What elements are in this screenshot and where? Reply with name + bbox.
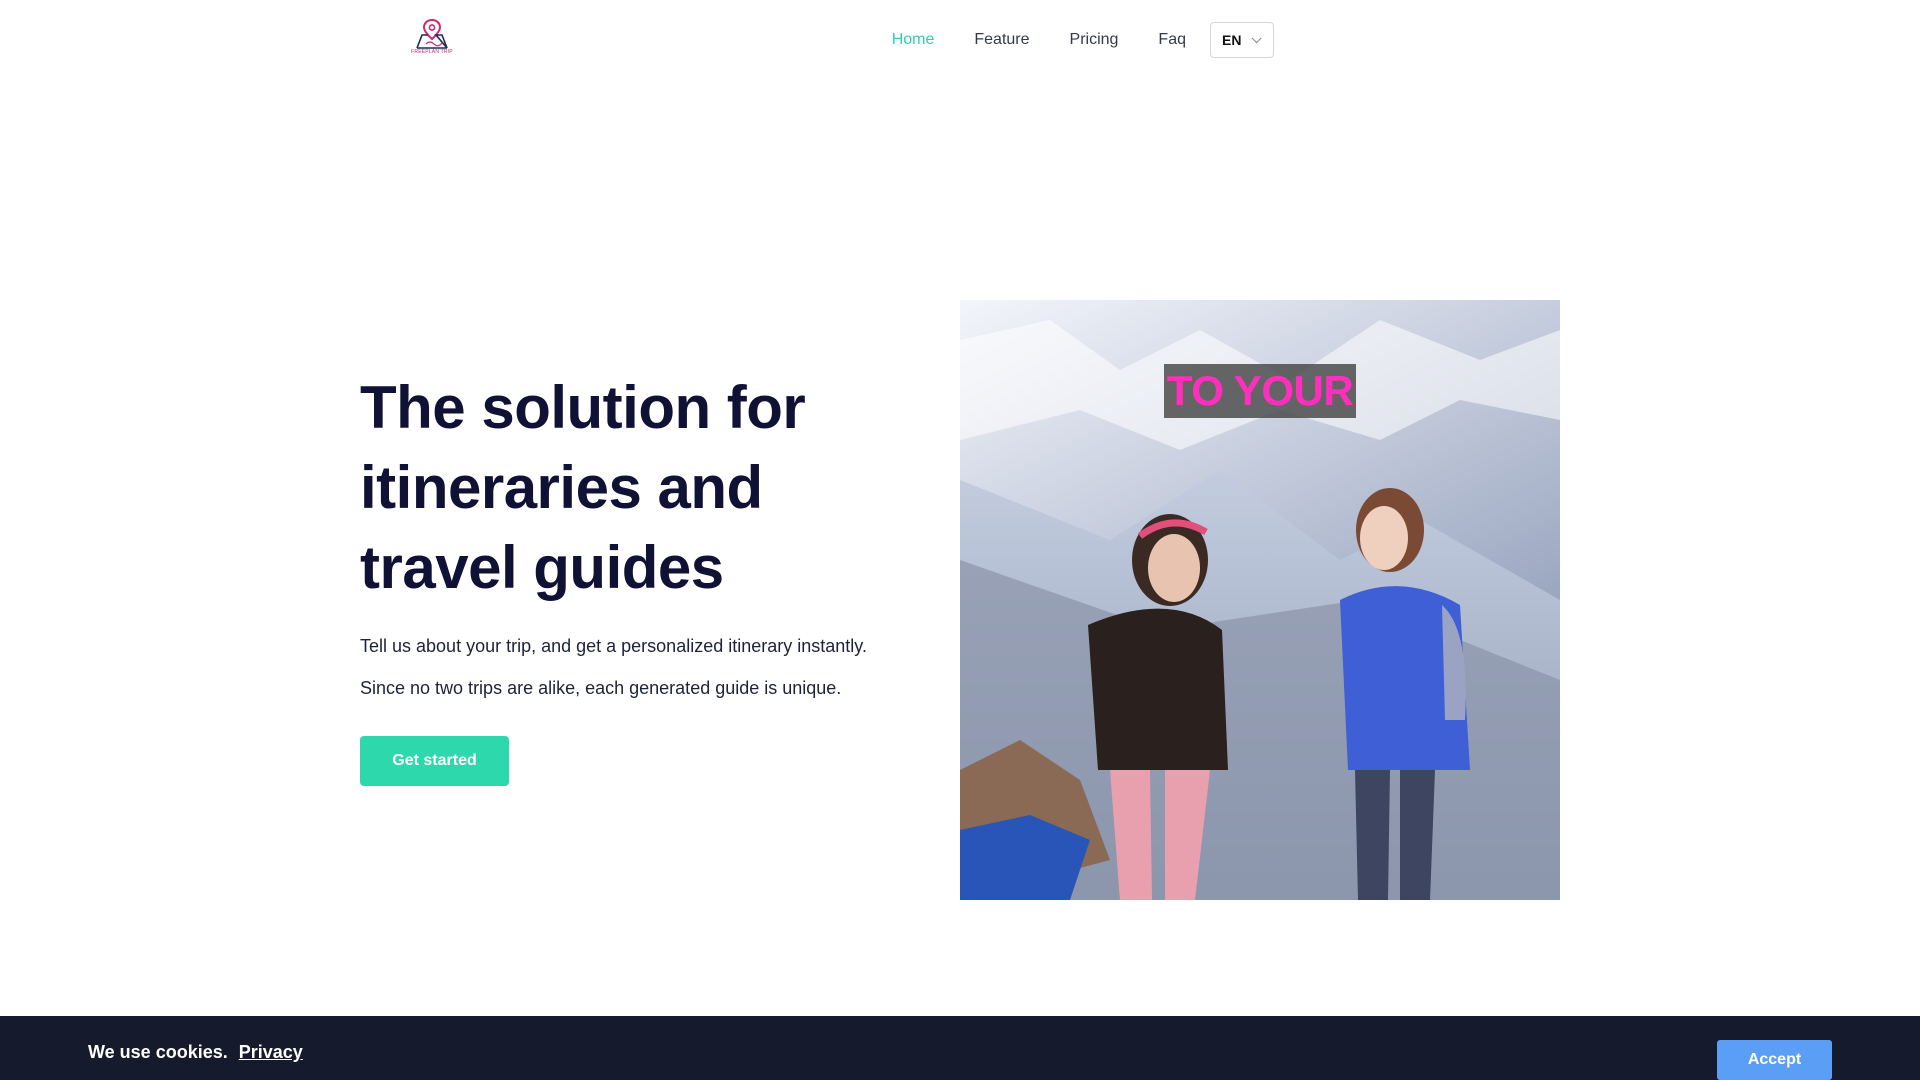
nav-home[interactable]: Home	[892, 22, 935, 58]
cookie-message-container: We use cookies. Privacy	[88, 1042, 303, 1063]
map-pin-logo-icon	[416, 18, 448, 49]
logo[interactable]: FREEPLAN TRIP	[411, 18, 453, 60]
logo-text: FREEPLAN TRIP	[411, 49, 453, 55]
cookie-banner: We use cookies. Privacy Accept	[0, 1016, 1920, 1080]
hero-description-line-2: Since no two trips are alike, each gener…	[360, 678, 842, 698]
nav-pricing[interactable]: Pricing	[1070, 22, 1119, 58]
nav-links: Home Feature Pricing Faq EN	[852, 22, 1274, 58]
nav-feature[interactable]: Feature	[974, 22, 1029, 58]
video-caption: TO YOUR	[1164, 364, 1356, 418]
accept-cookies-button[interactable]: Accept	[1717, 1040, 1832, 1080]
hero-title: The solution for itineraries and travel …	[360, 374, 806, 601]
language-select[interactable]: EN	[1210, 22, 1274, 58]
nav-faq[interactable]: Faq	[1158, 22, 1186, 58]
language-value: EN	[1222, 32, 1242, 48]
chevron-down-icon	[1252, 32, 1263, 43]
navbar: FREEPLAN TRIP Home Feature Pricing Faq E…	[0, 0, 1920, 80]
privacy-link[interactable]: Privacy	[239, 1042, 303, 1062]
hero-description-line-1: Tell us about your trip, and get a perso…	[360, 636, 867, 656]
get-started-button[interactable]: Get started	[360, 736, 509, 786]
cookie-message: We use cookies.	[88, 1042, 228, 1062]
hero-video[interactable]: TO YOUR	[960, 300, 1560, 900]
